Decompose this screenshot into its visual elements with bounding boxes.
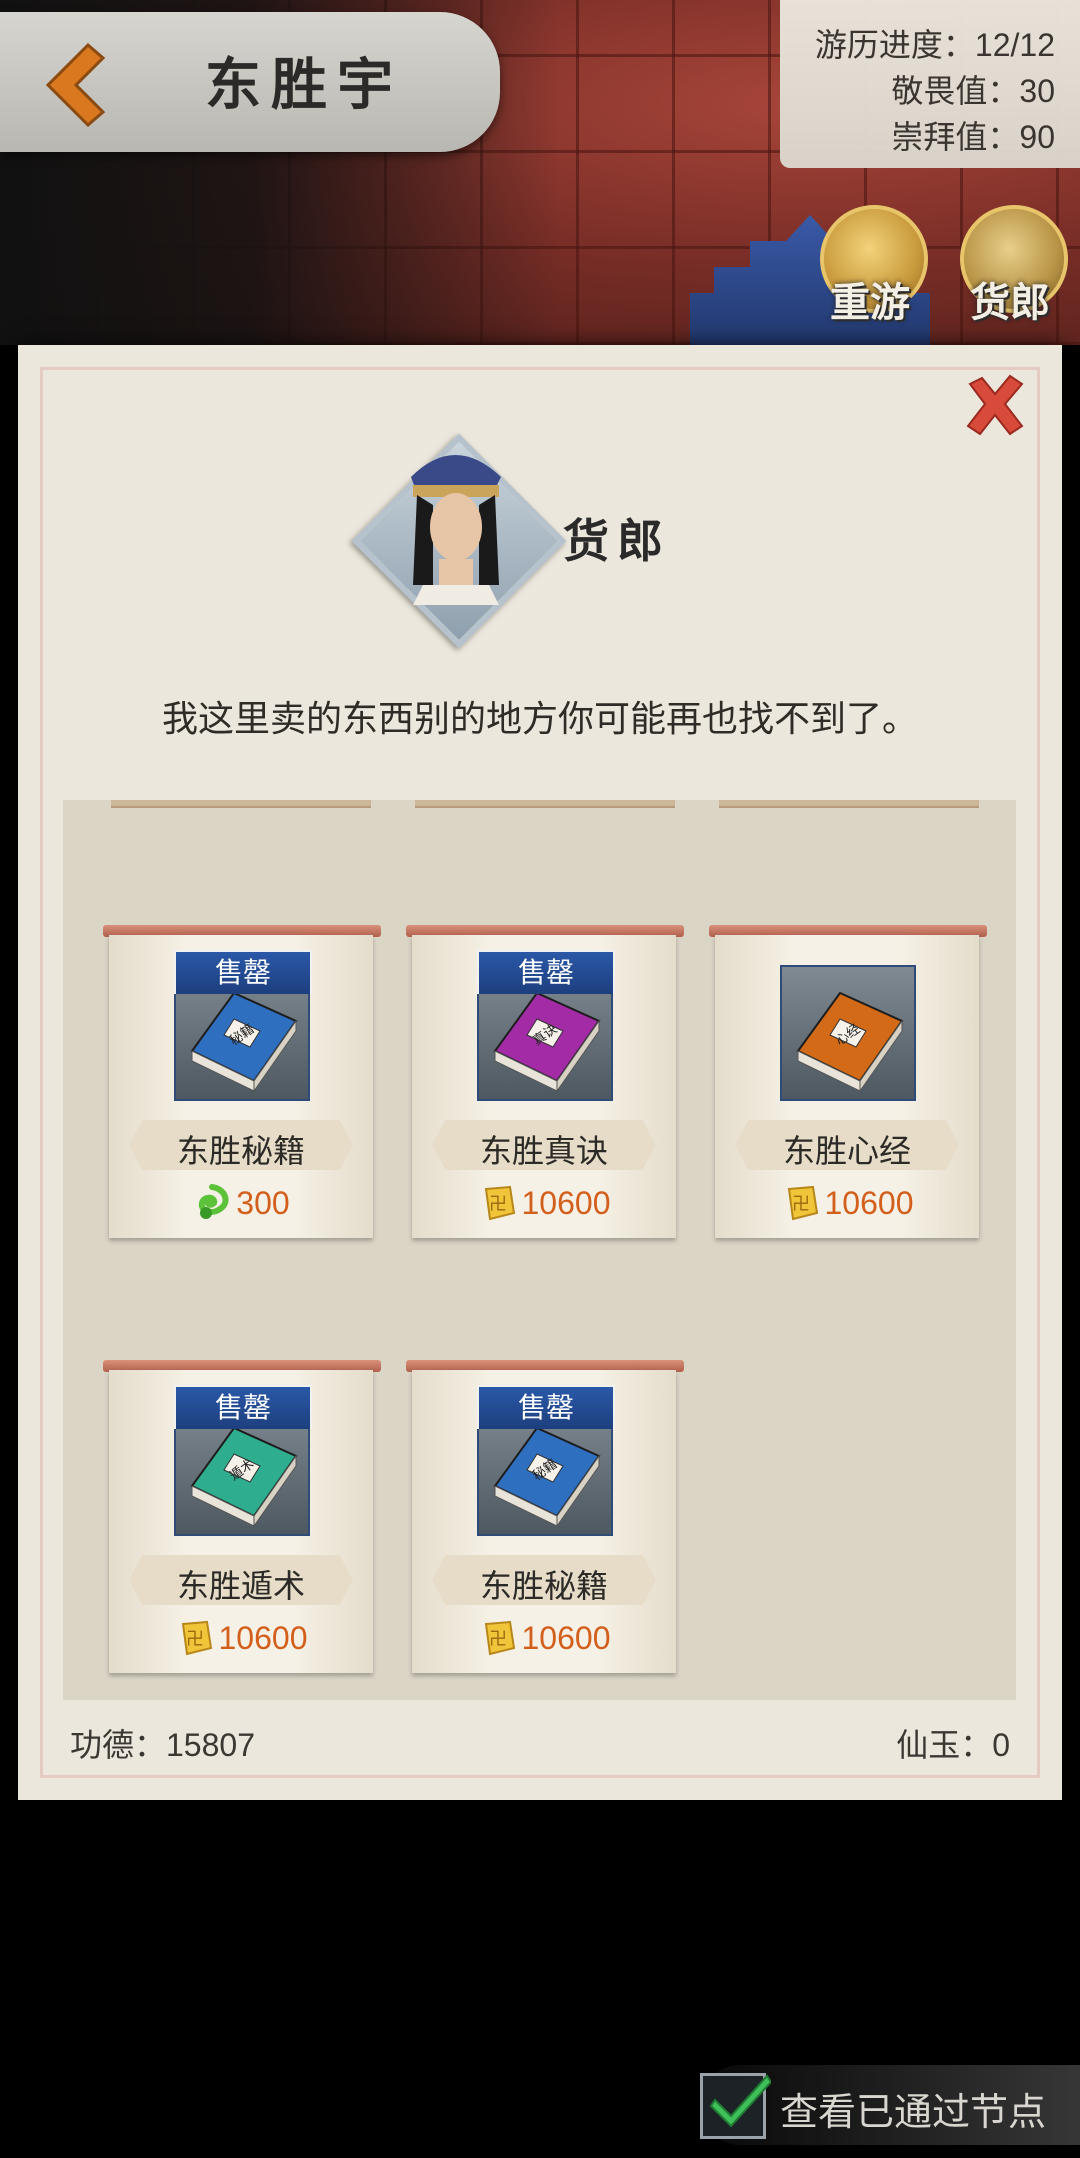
scrolled-item-edge	[719, 800, 979, 808]
gold-coin-icon: 卍	[181, 1620, 212, 1656]
book-icon: 秘籍	[190, 991, 298, 1093]
svg-text:卍: 卍	[186, 1629, 204, 1650]
npc-name: 货郎	[563, 514, 671, 568]
price-value: 10600	[521, 1619, 611, 1656]
worship-stat: 崇拜值：90	[891, 119, 1055, 155]
item-price: 300	[109, 1183, 373, 1223]
awe-stat: 敬畏值：30	[891, 73, 1055, 109]
item-price: 卍 10600	[412, 1183, 676, 1223]
svg-text:卍: 卍	[792, 1194, 810, 1215]
scene-title: 东胜宇	[205, 52, 403, 118]
price-value: 300	[236, 1184, 290, 1221]
item-price: 卍 10600	[715, 1183, 979, 1223]
jade-balance: 仙玉：0	[896, 1727, 1010, 1763]
scroll-body: 心经东胜心经卍 10600	[715, 935, 979, 1238]
merit-balance: 功德：15807	[70, 1727, 255, 1763]
scrolled-item-edge	[415, 800, 675, 808]
back-button[interactable]	[18, 30, 128, 140]
item-name: 东胜遁术	[176, 1568, 305, 1604]
price-value: 10600	[218, 1619, 308, 1656]
svg-text:卍: 卍	[489, 1629, 507, 1650]
shop-item-card[interactable]: 秘籍 售罄东胜秘籍 300	[103, 925, 381, 1240]
price-value: 10600	[824, 1184, 914, 1221]
shop-item-grid[interactable]: 秘籍 售罄 东胜秘籍 300 真诀 售罄 东胜真诀卍 10600 心经 东胜心经卍 10600 遁术售…	[63, 800, 1016, 1700]
sold-out-badge: 售罄	[174, 950, 312, 994]
book-icon: 秘籍	[493, 1426, 601, 1528]
scrolled-item-edge	[111, 800, 371, 808]
merchant-label: 货郎	[970, 279, 1050, 326]
sold-out-badge: 售罄	[174, 1385, 312, 1429]
view-passed-nodes-toggle[interactable]: 查看已通过节点	[700, 2065, 1080, 2145]
revisit-label: 重游	[830, 279, 910, 326]
merchant-node-button[interactable]: 货郎	[950, 205, 1070, 326]
gold-coin-icon: 卍	[484, 1620, 515, 1656]
book-icon: 真诀	[493, 991, 601, 1093]
view-passed-nodes-label: 查看已通过节点	[780, 2092, 1047, 2134]
price-value: 10600	[521, 1184, 611, 1221]
scroll-body: 真诀 售罄东胜真诀卍 10600	[412, 935, 676, 1238]
shop-item-card[interactable]: 心经东胜心经卍 10600	[709, 925, 987, 1240]
merchant-shop-dialog: 货郎 我这里卖的东西别的地方你可能再也找不到了。 秘籍 售罄 东胜秘籍 300 真诀 售罄…	[18, 345, 1062, 1800]
journey-stats-panel: 游历进度：12/12 敬畏值：30 崇拜值：90	[780, 0, 1080, 168]
svg-text:卍: 卍	[489, 1194, 507, 1215]
scroll-body: 秘籍 售罄东胜秘籍卍 10600	[412, 1370, 676, 1673]
book-icon: 遁术	[190, 1426, 298, 1528]
item-name: 东胜秘籍	[176, 1133, 305, 1169]
npc-dialogue: 我这里卖的东西别的地方你可能再也找不到了。	[161, 698, 918, 739]
checkmark-icon	[709, 2074, 771, 2128]
green-dragon-jade-icon	[199, 1184, 229, 1219]
merchant-avatar-icon	[411, 455, 501, 605]
scroll-body: 遁术 售罄东胜遁术卍 10600	[109, 1370, 373, 1673]
item-price: 卍 10600	[109, 1618, 373, 1658]
sold-out-badge: 售罄	[477, 1385, 615, 1429]
item-icon-frame: 心经	[780, 965, 916, 1101]
close-icon	[966, 374, 1024, 436]
scroll-body: 秘籍 售罄东胜秘籍 300	[109, 935, 373, 1238]
sold-out-badge: 售罄	[477, 950, 615, 994]
item-name: 东胜秘籍	[479, 1568, 608, 1604]
revisit-node-button[interactable]: 重游	[810, 205, 930, 326]
book-icon: 心经	[796, 991, 904, 1093]
merchant-portrait	[351, 405, 567, 649]
item-name: 东胜真诀	[479, 1133, 608, 1169]
close-button[interactable]	[960, 370, 1030, 440]
shop-item-card[interactable]: 秘籍 售罄东胜秘籍卍 10600	[406, 1360, 684, 1675]
gold-coin-icon: 卍	[787, 1185, 818, 1221]
passed-nodes-checkbox[interactable]	[700, 2073, 771, 2139]
item-name: 东胜心经	[782, 1133, 911, 1169]
progress-stat: 游历进度：12/12	[814, 27, 1055, 63]
shop-item-card[interactable]: 真诀 售罄东胜真诀卍 10600	[406, 925, 684, 1240]
gold-coin-icon: 卍	[484, 1185, 515, 1221]
shop-item-card[interactable]: 遁术 售罄东胜遁术卍 10600	[103, 1360, 381, 1675]
item-price: 卍 10600	[412, 1618, 676, 1658]
chevron-left-icon	[45, 42, 106, 128]
